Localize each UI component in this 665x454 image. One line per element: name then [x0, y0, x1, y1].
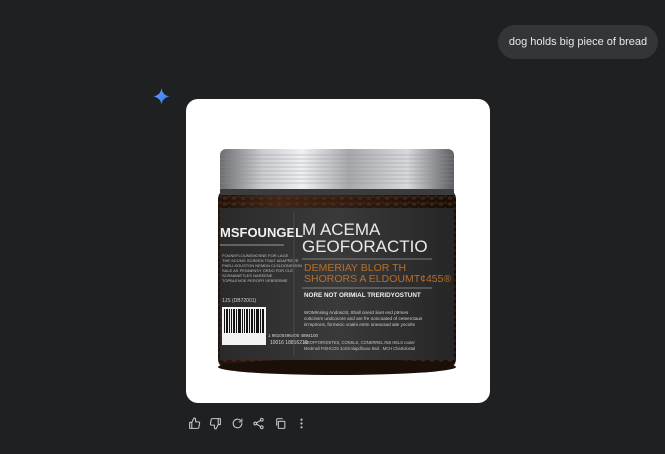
- more-options-button[interactable]: [292, 413, 312, 433]
- label-code: 1JS (DB72001): [222, 298, 257, 304]
- barcode-number-1: 1 98100496400 4894100: [268, 333, 319, 338]
- barcode-number-2: 10016 18816210: [270, 340, 308, 346]
- label-foot-line-2: Medrnall FISHCOS 3orOrolapdfouse 8sul . …: [304, 346, 415, 351]
- jar-product-image: MSFOUNGEL FOUNEFLOUNEMOSNE FOR LAGE THE …: [218, 149, 456, 375]
- thumbs-down-button[interactable]: [206, 413, 226, 433]
- share-button[interactable]: [249, 413, 269, 433]
- product-name-line-2: GEOFORACTIO: [302, 237, 428, 256]
- refresh-icon: [232, 418, 243, 428]
- copy-icon: [276, 417, 286, 429]
- label-subheading: NORE NOT ORIMIAL TRERIDYOSTUNT: [304, 292, 421, 299]
- label-body-line-1: WOMInsing Andosctit, Shall oneict lioet …: [304, 310, 409, 315]
- share-icon: [253, 417, 264, 429]
- accent-line-2: SHORORS A ELDOUMT¢455®: [304, 273, 451, 285]
- gemini-sparkle-icon: [153, 88, 170, 105]
- label-body-line-3: is'reprions, formecic voalni entm oneacs…: [304, 322, 416, 327]
- copy-button[interactable]: [270, 413, 290, 433]
- thumbs-up-button[interactable]: [184, 413, 204, 433]
- more-vertical-icon: [300, 418, 304, 428]
- label-body-line-2: coticinsm undcocore and are fre ooncoate…: [304, 316, 423, 321]
- label-left-title: MSFOUNGEL: [220, 225, 303, 240]
- user-message-text: dog holds big piece of bread: [508, 36, 648, 48]
- user-message-bubble: dog holds big piece of bread: [498, 25, 658, 59]
- label-foot-line-1: NEOFFORONITES, CONSLS, CONERREL INS HELS…: [304, 340, 415, 345]
- response-actions: [184, 413, 314, 433]
- thumbs-down-icon: [209, 417, 222, 429]
- label-left-line-6: TOPBLENOE PEROFR VEBSERME: [222, 278, 288, 283]
- generated-image[interactable]: MSFOUNGEL FOUNEFLOUNEMOSNE FOR LAGE THE …: [186, 99, 490, 403]
- thumbs-up-icon: [188, 417, 200, 429]
- regenerate-button[interactable]: [227, 413, 247, 433]
